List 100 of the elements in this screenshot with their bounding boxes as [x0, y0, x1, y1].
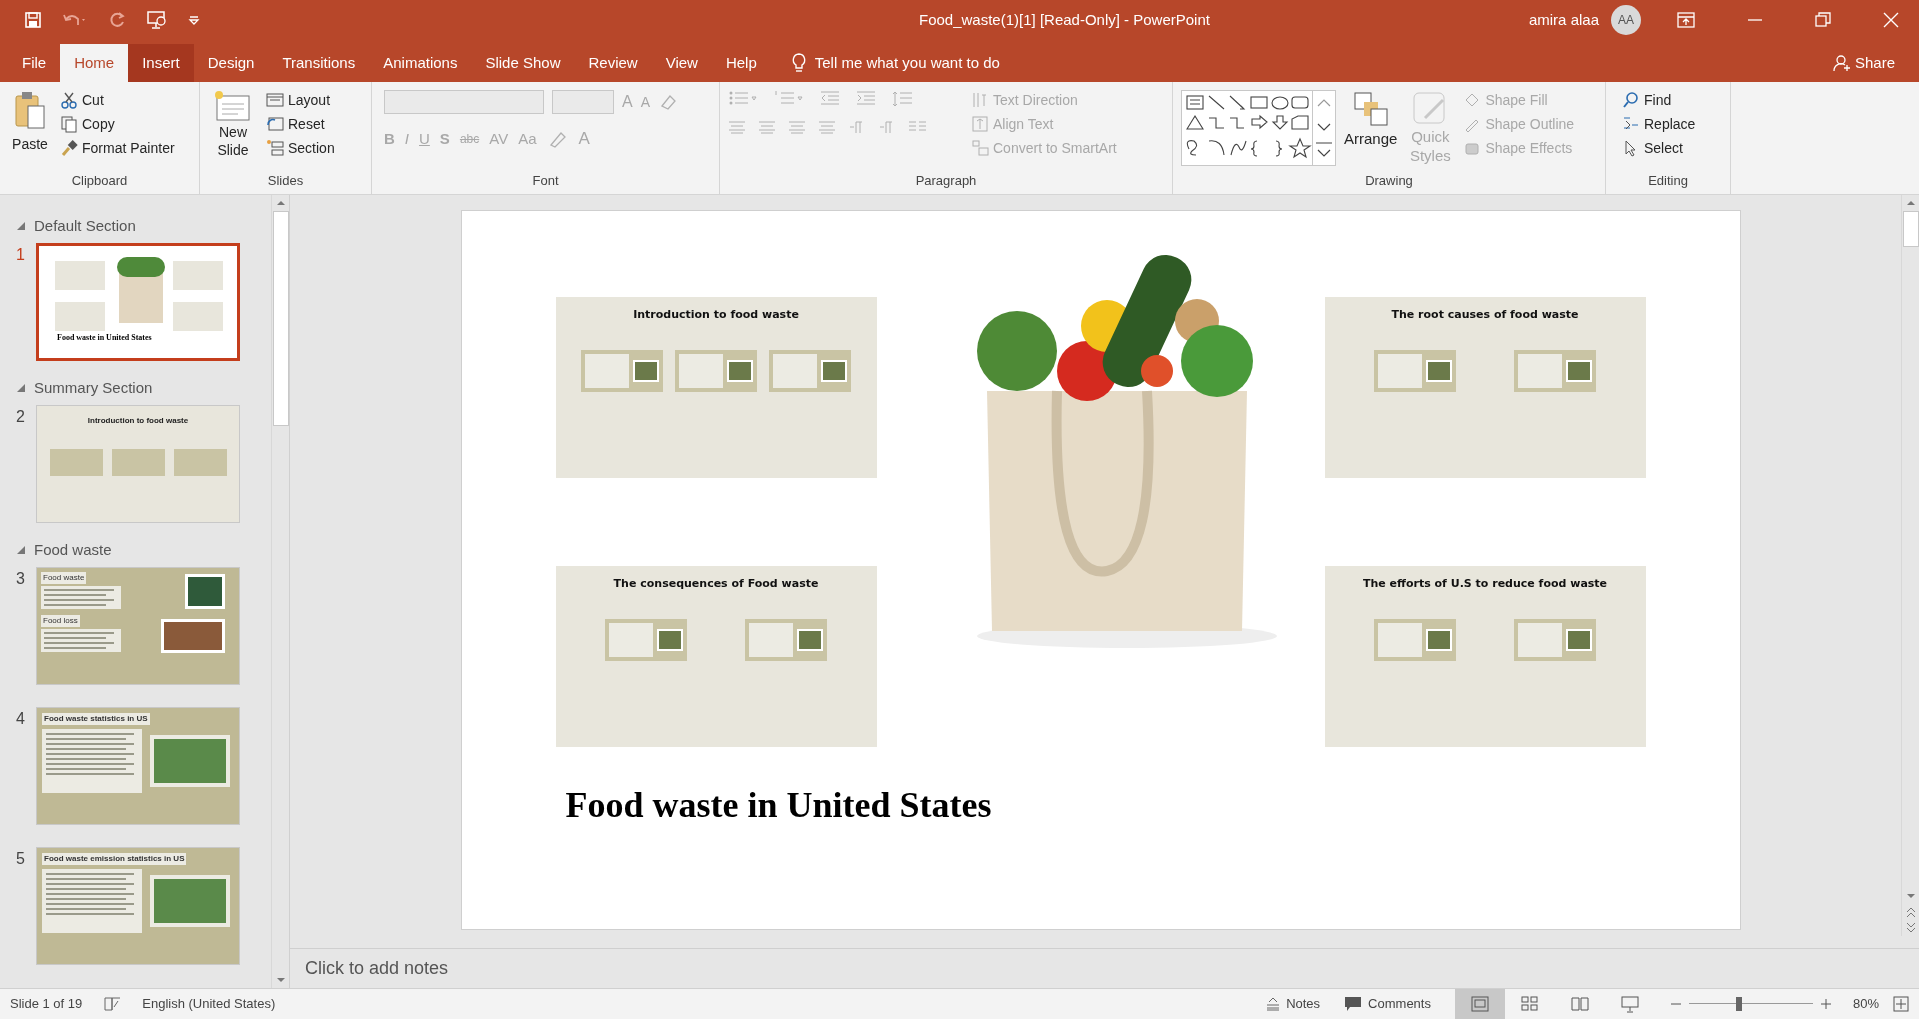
zoom-in-icon[interactable] — [1818, 997, 1833, 1011]
section-header[interactable]: Summary Section — [34, 376, 153, 400]
copy-icon — [60, 115, 78, 133]
ribbon-tab[interactable]: Help — [711, 44, 771, 82]
slide-thumbnail[interactable]: Food waste in United States — [36, 243, 240, 361]
smartart-icon — [971, 139, 989, 157]
thumbnail-title: Food waste statistics in US — [42, 713, 150, 725]
new-slide-button[interactable]: New Slide — [208, 90, 258, 159]
slide-thumbnail[interactable]: Food waste statistics in US — [36, 707, 240, 825]
font-name-field[interactable] — [384, 90, 544, 114]
language-indicator[interactable]: English (United States) — [142, 994, 276, 1014]
arrange-icon — [1351, 90, 1390, 128]
arrange-button[interactable]: Arrange — [1344, 90, 1398, 151]
notes-button[interactable]: Notes — [1266, 994, 1321, 1014]
photo-placeholder — [185, 574, 225, 609]
layout-icon — [266, 91, 284, 109]
lightbulb-icon — [790, 52, 807, 74]
ribbon-button[interactable]: Section — [266, 138, 335, 158]
notes-placeholder[interactable]: Click to add notes — [305, 955, 449, 982]
share-button[interactable]: Share — [1832, 44, 1919, 82]
view-button[interactable] — [1454, 989, 1505, 1019]
card-title: The consequences of Food waste — [613, 576, 819, 592]
save-icon[interactable] — [24, 11, 42, 29]
collapse-triangle-icon[interactable] — [16, 221, 26, 231]
ribbon-button[interactable]: Find — [1622, 90, 1696, 110]
group-label: Font — [531, 171, 560, 190]
summary-zoom-card[interactable]: The consequences of Food waste — [555, 566, 877, 747]
justify-icon[interactable] — [818, 120, 836, 134]
font-size-field[interactable] — [552, 90, 614, 114]
ribbon-tab[interactable]: Slide Show — [471, 44, 575, 82]
reset-icon — [266, 115, 284, 133]
summary-zoom-card[interactable]: The root causes of food waste — [1324, 297, 1646, 478]
zoom-slider-thumb[interactable] — [1735, 997, 1742, 1011]
slide-number: 5 — [16, 849, 26, 869]
paste-button[interactable]: Paste — [8, 90, 52, 155]
ribbon-tab[interactable]: View — [651, 44, 712, 82]
notes-book-icon[interactable] — [104, 996, 123, 1012]
collapse-triangle-icon[interactable] — [16, 545, 26, 555]
align-right-icon[interactable] — [788, 120, 806, 134]
thumbnail-heading: Food loss — [41, 615, 80, 627]
scissors-icon — [60, 91, 78, 109]
slide-number: 2 — [16, 407, 26, 427]
slide-number: 4 — [16, 709, 26, 729]
scrollbar[interactable] — [1901, 195, 1919, 936]
group-label: Slides — [266, 171, 305, 190]
person-icon — [1832, 54, 1851, 72]
section-header[interactable]: Default Section — [34, 214, 136, 238]
decrease-indent-icon[interactable] — [820, 90, 840, 106]
card-title: The root causes of food waste — [1391, 307, 1579, 323]
redo-icon[interactable] — [108, 11, 126, 29]
user-avatar[interactable]: AA — [1611, 5, 1641, 35]
fit-to-window-icon[interactable] — [1893, 996, 1909, 1012]
close-icon[interactable] — [1883, 12, 1899, 28]
ribbon-tab[interactable]: Design — [193, 44, 269, 82]
restore-icon[interactable] — [1815, 12, 1831, 28]
ribbon-tab[interactable]: Animations — [369, 44, 472, 82]
comments-button[interactable]: Comments — [1344, 994, 1431, 1014]
paintbrush-icon — [60, 139, 78, 157]
numbered-list-icon[interactable] — [774, 90, 804, 106]
ribbon-display-icon[interactable] — [1677, 12, 1695, 28]
section-icon — [266, 139, 284, 157]
collapse-triangle-icon[interactable] — [16, 383, 26, 393]
slide-counter: Slide 1 of 19 — [9, 995, 83, 1014]
ribbon-button[interactable]: Format Painter — [60, 138, 175, 158]
zoom-level[interactable]: 80% — [1852, 994, 1879, 1014]
summary-zoom-card[interactable]: The efforts of U.S to reduce food waste — [1324, 566, 1646, 747]
ribbon-tab[interactable]: Transitions — [268, 44, 370, 82]
ribbon-button[interactable]: Replace — [1622, 114, 1696, 134]
summary-zoom-card[interactable]: Introduction to food waste — [555, 297, 877, 478]
ribbon-button[interactable]: Layout — [266, 90, 335, 110]
ribbon-button[interactable]: Reset — [266, 114, 335, 134]
ribbon-tab[interactable]: File — [8, 44, 61, 82]
section-header[interactable]: Food waste — [34, 538, 112, 562]
bullet-list-icon[interactable] — [728, 90, 758, 106]
scrollbar-thumb[interactable] — [272, 211, 289, 426]
ribbon-button[interactable]: Copy — [60, 114, 175, 134]
scrollbar[interactable] — [271, 195, 289, 988]
card-title: The efforts of U.S to reduce food waste — [1362, 576, 1608, 592]
presentation-icon[interactable] — [146, 10, 168, 30]
sorter-view-icon — [1519, 995, 1540, 1013]
new-slide-icon — [213, 90, 253, 124]
group-label: Clipboard — [70, 171, 129, 190]
zoom-slider[interactable] — [1688, 997, 1813, 1011]
window-title: Food_waste(1)[1] [Read-Only] - PowerPoint — [918, 9, 1211, 30]
slide-thumbnail[interactable]: Introduction to food waste — [36, 405, 240, 523]
customize-menu-icon[interactable] — [188, 15, 200, 25]
tell-me-search[interactable]: Tell me what you want to do — [814, 51, 1000, 75]
slide-thumbnail[interactable]: Food waste emission statistics in US — [36, 847, 240, 965]
align-center-icon[interactable] — [758, 120, 776, 134]
ribbon-tab[interactable]: Insert — [128, 44, 194, 82]
increase-indent-icon[interactable] — [856, 90, 876, 106]
ribbon-tab[interactable]: Review — [574, 44, 652, 82]
align-left-icon[interactable] — [728, 120, 746, 134]
ribbon-tab[interactable]: Home — [60, 44, 129, 82]
ribbon-button[interactable]: Cut — [60, 90, 175, 110]
shapes-gallery[interactable] — [1181, 90, 1336, 166]
slide-thumbnail[interactable]: Food waste Food loss — [36, 567, 240, 685]
notes-icon — [1266, 997, 1281, 1011]
scrollbar-thumb[interactable] — [1902, 211, 1919, 247]
ribbon-button[interactable]: Select — [1622, 138, 1696, 158]
